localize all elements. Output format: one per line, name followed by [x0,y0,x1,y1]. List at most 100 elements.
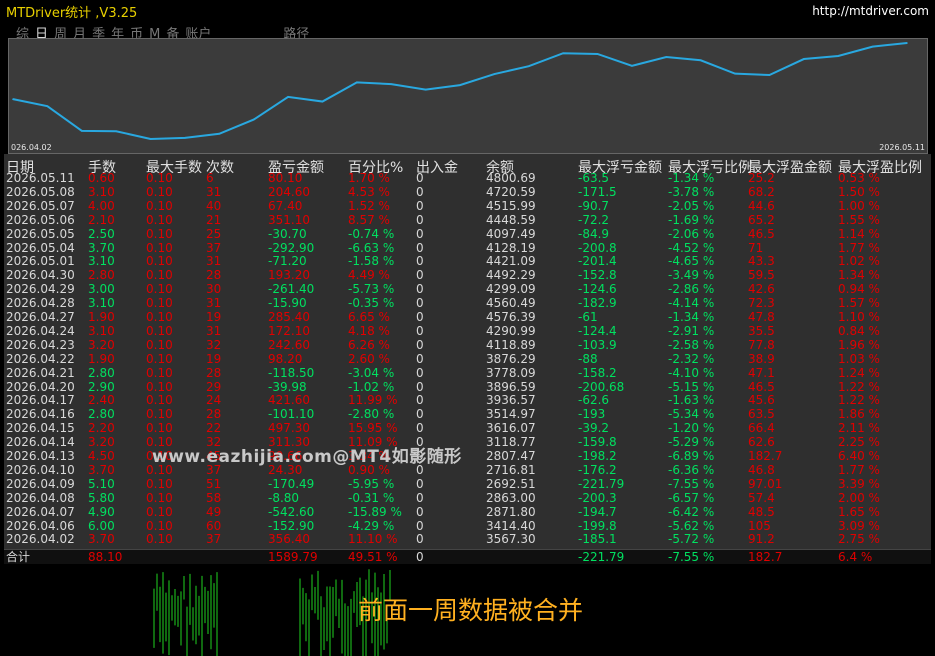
table-row[interactable]: 2026.04.13 4.50 0.10 45 90.66 3.34 % 0 2807.47-… [4,450,931,463]
balance-point [803,58,805,60]
table-row[interactable]: 2026.04.27 1.90 0.10 19 285.40 6.65 % 0 4576.39… [4,311,931,324]
cell-lots: 3.00 [88,282,115,297]
cell-mflp: -4.14 % [668,296,715,311]
watermark-text: www.eazhijia.com@MT4如影随形 [152,447,462,467]
table-row[interactable]: 2026.04.22 1.90 0.10 19 98.20 2.60 % 0 3876.29 -… [4,351,931,366]
table-row[interactable]: 2026.04.30 2.80 0.10 28 193.20 4.49 % 0 4492.29… [4,269,931,282]
table-row[interactable]: 2026.05.11 0.60 0.10 6 80.10 1.70 % 0 4800.69 -6… [4,172,931,185]
cell-bal: 3936.57 [486,393,536,408]
table-row[interactable]: 2026.04.10 3.70 0.10 37 24.30 0.90 % 0 2716.81-… [4,462,931,477]
cell-pnl: -8.80 [268,490,300,505]
cell-date: 2026.04.20 [6,379,75,394]
cell-mfp: 66.4 [748,421,775,436]
balance-point [356,81,358,84]
table-row[interactable]: 2026.04.24 3.10 0.10 31 172.10 4.18 % 0 4290.99… [4,323,931,338]
cell-lots: 1.90 [88,310,115,324]
cell-pct: 4.18 % [348,323,390,338]
cell-pnl: -542.60 [268,504,315,519]
table-row[interactable]: 2026.04.14 3.20 0.10 32 311.30 11.09 % 0 3118.7… [4,436,931,449]
balance-point [80,130,83,132]
cell-lots: 2.90 [88,379,115,394]
cell-mfp: 42.6 [748,282,775,297]
cell-bal: 3414.40 [486,518,536,533]
table-row[interactable]: 2026.04.16 2.80 0.10 28 -101.10 -2.80 % 0 3514.… [4,408,931,421]
balance-point [218,132,221,135]
cell-mfp: 35.5 [748,323,775,338]
cell-bal: 4448.59 [486,212,536,227]
cell-date: 2026.04.21 [6,365,75,380]
cell-mflp: -6.36 % [668,462,715,477]
balance-point [527,65,530,68]
cell-mflp: -2.06 % [668,226,715,241]
cell-count: 37 [206,240,222,255]
cell-pct: 4.49 % [348,268,390,283]
cell-bal: 4515.99 [486,198,536,213]
cell-max-lots: 0.10 [146,226,173,241]
total-label: 合计 [6,550,31,564]
cell-mfp: 97.01 [748,476,783,491]
cell-mfpp: 1.10 % [838,310,880,324]
cell-count: 25 [206,226,222,241]
table-row[interactable]: 2026.05.07 4.00 0.10 40 67.40 1.52 % 0 4515.99 -… [4,198,931,213]
cell-date: 2026.05.06 [6,212,75,227]
table-row[interactable]: 2026.04.20 2.90 0.10 29 -39.98 -1.02 % 0 3896.5… [4,379,931,394]
cell-max-lots: 0.10 [146,240,173,255]
cell-date: 2026.05.04 [6,240,75,255]
cell-pct: 11.10 % [348,532,398,547]
cell-count: 28 [206,407,222,422]
cell-date: 2026.04.24 [6,323,75,338]
cell-lots: 3.10 [88,323,115,338]
table-row[interactable]: 2026.05.05 2.50 0.10 25 -30.70 -0.74 % 0 4097.4… [4,226,931,241]
table-row[interactable]: 2026.04.08 5.80 0.10 58 -8.80 -0.31 % 0 2863.00… [4,490,931,505]
cell-pnl: -30.70 [268,226,307,241]
table-row[interactable]: 2026.04.21 2.80 0.10 28 -118.50 -3.04 % 0 3778.… [4,365,931,380]
app-url-link[interactable]: http://mtdriver.com [812,4,929,18]
cell-mfl: -84.9 [578,226,610,241]
table-row[interactable]: 2026.04.09 5.10 0.10 51 -170.49 -5.95 % 0 2692.… [4,476,931,491]
cell-bal: 4800.69 [486,171,536,185]
cell-max-lots: 0.10 [146,171,173,185]
table-row[interactable]: 2026.05.08 3.10 0.10 31 204.60 4.53 % 0 4720.59… [4,184,931,199]
cell-count: 21 [206,212,222,227]
table-row[interactable]: 2026.05.06 2.10 0.10 21 351.10 8.57 % 0 4448.59… [4,212,931,227]
table-row[interactable]: 2026.04.15 2.20 0.10 22 497.30 15.95 % 0 3616.0… [4,422,931,435]
cell-bal: 3778.09 [486,365,536,380]
balance-point [734,72,736,75]
table-row[interactable]: 2026.04.29 3.00 0.10 30 -261.40 -5.73 % 0 4299.… [4,283,931,296]
table-row[interactable]: 2026.04.02 3.70 0.10 37 356.40 11.10 % 0 3567.3… [4,533,931,546]
cell-lots: 3.10 [88,184,115,199]
cell-mfl: -200.3 [578,490,617,505]
cell-mfl: -124.6 [578,282,617,297]
balance-point [115,130,117,133]
table-row[interactable]: 2026.04.28 3.10 0.10 31 -15.90 -0.35 % 0 4560.4… [4,297,931,310]
cell-io: 0 [416,421,424,436]
stats-table: 日期 手数 最大手数 次数 盈亏金额 百分比% 出入金 余额 最大浮亏金额 最大浮亏比例 最大浮盈金… [4,154,931,564]
cell-date: 2026.04.02 [6,532,75,547]
total-lots: 88.10 [88,550,123,564]
table-row[interactable]: 2026.04.07 4.90 0.10 49 -542.60 -15.89 % 0 2871… [4,504,931,519]
cell-pct: 1.52 % [348,198,390,213]
cell-mflp: -5.72 % [668,532,715,547]
table-row[interactable]: 2026.04.06 6.00 0.10 60 -152.90 -4.29 % 0 3414.… [4,518,931,533]
cell-pct: 2.60 % [348,351,390,366]
cell-io: 0 [416,268,424,283]
app-title: MTDriver统计 ,V3.25 [6,6,138,21]
cell-max-lots: 0.10 [146,421,173,436]
table-row[interactable]: 2026.04.23 3.20 0.10 32 242.60 6.26 % 0 4118.89… [4,337,931,352]
cell-pnl: 204.60 [268,184,310,199]
cell-bal: 3514.97 [486,407,536,422]
cell-date: 2026.04.27 [6,310,75,324]
cell-bal: 4290.99 [486,323,536,338]
cell-mfp: 38.9 [748,351,775,366]
table-row[interactable]: 2026.04.17 2.40 0.10 24 421.60 11.99 % 0 3936.5… [4,394,931,407]
cell-io: 0 [416,171,424,185]
table-row[interactable]: 2026.05.04 3.70 0.10 37 -292.90 -6.63 % 0 4128.… [4,240,931,255]
cell-mfpp: 1.86 % [838,407,880,422]
cell-bal: 4560.49 [486,296,536,311]
table-row[interactable]: 2026.05.01 3.10 0.10 31 -71.20 -1.58 % 0 4421.0… [4,255,931,268]
cell-max-lots: 0.10 [146,337,173,352]
cell-mfl: -63.5 [578,171,610,185]
cell-mflp: -3.78 % [668,184,715,199]
cell-lots: 0.60 [88,171,115,185]
cell-lots: 2.80 [88,365,115,380]
